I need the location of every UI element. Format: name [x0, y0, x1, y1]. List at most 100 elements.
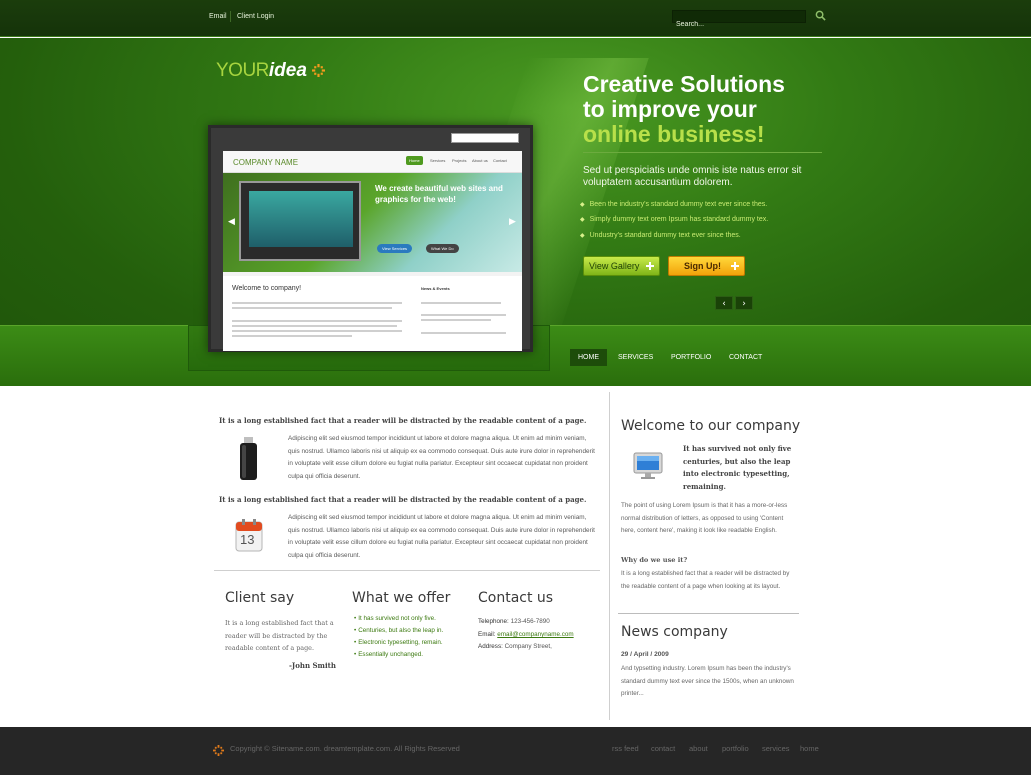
plus-icon — [731, 262, 739, 270]
contact-address: Address: Company Street, — [478, 643, 552, 650]
mockup-news: News & Events — [421, 286, 450, 291]
footer-link-services[interactable]: services — [762, 744, 790, 753]
hero-bullet-text: Simply dummy text orem Ipsum has standar… — [589, 216, 769, 223]
mockup-arrow-right-icon: ▶ — [509, 217, 516, 227]
mockup-text-line — [232, 307, 392, 309]
mockup-text-line — [421, 332, 506, 334]
offer-item: • Centuries, but also the leap in. — [354, 627, 443, 634]
mockup-text-line — [232, 335, 352, 337]
mockup-view-services: View Services — [377, 244, 413, 253]
why-text: It is a long established fact that a rea… — [621, 570, 790, 590]
mockup-text-line — [232, 320, 402, 322]
welcome-company-title: Welcome to our company — [621, 418, 801, 434]
footer: Copyright © Sitename.com. dreamtemplate.… — [0, 727, 1031, 775]
search-box — [672, 10, 806, 30]
footer-link-home[interactable]: home — [800, 744, 819, 753]
mockup-nav-home: Home — [406, 156, 423, 165]
footer-link-contact[interactable]: contact — [651, 744, 675, 753]
bullet-icon: ◆ — [580, 233, 585, 239]
bullet-icon: • — [354, 615, 357, 622]
top-separator — [230, 11, 231, 22]
offer-item-text: Electronic typesetting, remain. — [358, 639, 443, 646]
logo-word-your: YOUR — [216, 60, 269, 81]
mockup-text-line — [421, 314, 506, 316]
client-testimonial: It is a long established fact that a rea… — [225, 619, 334, 652]
sign-up-label: Sign Up! — [684, 261, 721, 271]
plus-icon — [646, 262, 654, 270]
hero-bullet: ◆ Been the industry's standard dummy text… — [580, 201, 767, 208]
hero-title-line-3: online business! — [583, 121, 765, 147]
welcome-bold-text: It has survived not only five centuries,… — [683, 444, 792, 491]
mockup-welcome: Welcome to company! — [232, 285, 302, 292]
mockup-text-line — [232, 330, 402, 332]
search-icon[interactable] — [815, 10, 826, 21]
hero-title-line-2: to improve your — [583, 96, 757, 122]
client-author: -John Smith — [289, 661, 336, 670]
logo-star-icon — [312, 64, 325, 77]
monitor-icon — [633, 452, 663, 479]
email-label: Email: — [478, 631, 496, 638]
mockup-text-line — [421, 302, 501, 304]
mockup-nav-services: Services — [430, 158, 446, 163]
nav-contact[interactable]: CONTACT — [721, 349, 770, 366]
offer-item: • Electronic typesetting, remain. — [354, 639, 443, 646]
contact-title: Contact us — [478, 590, 554, 606]
footer-link-rss[interactable]: rss feed — [612, 744, 639, 753]
contact-email: Email: email@companyname.com — [478, 631, 574, 638]
mockup-company-name: COMPANY NAME — [233, 158, 299, 167]
email-link[interactable]: Email — [209, 13, 227, 20]
view-gallery-button[interactable]: View Gallery — [583, 256, 660, 276]
top-bar: Email Client Login — [0, 0, 1031, 37]
telephone-value: 123-456-7890 — [510, 618, 550, 625]
nav-portfolio[interactable]: PORTFOLIO — [663, 349, 719, 366]
hero-section: YOURidea COMPANY NAME Home Services Proj… — [0, 38, 1031, 386]
mockup-what-we-do: What We Do — [426, 244, 459, 253]
content-paragraph: Adipiscing elit sed eiusmod tempor incid… — [288, 435, 595, 480]
site-logo[interactable]: YOURidea — [216, 60, 307, 82]
email-address-link[interactable]: email@companyname.com — [497, 631, 573, 638]
search-input[interactable] — [673, 19, 805, 30]
nav-services[interactable]: SERVICES — [610, 349, 661, 366]
mockup-search — [451, 133, 519, 143]
content-divider — [214, 570, 600, 571]
news-text: And typsetting industry. Lorem Ipsum has… — [621, 665, 794, 697]
offer-title: What we offer — [352, 590, 451, 606]
bullet-icon: ◆ — [580, 202, 585, 208]
column-divider — [609, 392, 610, 720]
hero-title-line-1: Creative Solutions — [583, 71, 785, 97]
offer-item: • It has survived not only five. — [354, 615, 436, 622]
hero-bullet-text: Been the industry's standard dummy text … — [589, 201, 768, 208]
hero-title: Creative Solutions to improve your onlin… — [583, 72, 785, 147]
why-title: Why do we use it? — [621, 556, 688, 564]
hero-subtitle: Sed ut perspiciatis unde omnis iste natu… — [583, 165, 802, 188]
mockup-headline: We create beautiful web sites and graphi… — [375, 184, 503, 204]
mockup-hero: ◀ ▶ We create beautiful web sites and gr… — [223, 173, 522, 272]
mockup-screen: COMPANY NAME Home Services Projects Abou… — [223, 151, 522, 351]
news-date: 29 / April / 2009 — [621, 651, 669, 658]
logo-word-idea: idea — [268, 60, 307, 81]
slider-next-button[interactable]: › — [735, 296, 753, 310]
address-label: Address: — [478, 643, 503, 650]
copyright-text: Copyright © Sitename.com. dreamtemplate.… — [230, 744, 460, 753]
content-lead-heading: It is a long established fact that a rea… — [219, 416, 587, 425]
mockup-header: COMPANY NAME Home Services Projects Abou… — [223, 151, 522, 173]
hero-divider — [583, 152, 822, 153]
mockup-text-line — [232, 325, 397, 327]
view-gallery-label: View Gallery — [589, 261, 640, 271]
nav-home[interactable]: HOME — [570, 349, 607, 366]
slider-prev-button[interactable]: ‹ — [715, 296, 733, 310]
hero-bullet: ◆ Simply dummy text orem Ipsum has standa… — [580, 216, 768, 223]
client-login-link[interactable]: Client Login — [237, 13, 274, 20]
bullet-icon: ◆ — [580, 217, 585, 223]
sign-up-button[interactable]: Sign Up! — [668, 256, 745, 276]
address-value: Company Street, — [504, 643, 552, 650]
mockup-text-line — [421, 319, 491, 321]
footer-link-about[interactable]: about — [689, 744, 708, 753]
footer-logo-icon — [213, 745, 224, 756]
hero-bullet: ◆ Undustry's standard dummy text ever sin… — [580, 232, 741, 239]
bullet-icon: • — [354, 627, 357, 634]
calendar-day: 13 — [240, 532, 255, 547]
footer-link-portfolio[interactable]: portfolio — [722, 744, 749, 753]
mockup-nav-about: About us — [472, 158, 488, 163]
mockup-text-line — [232, 302, 402, 304]
